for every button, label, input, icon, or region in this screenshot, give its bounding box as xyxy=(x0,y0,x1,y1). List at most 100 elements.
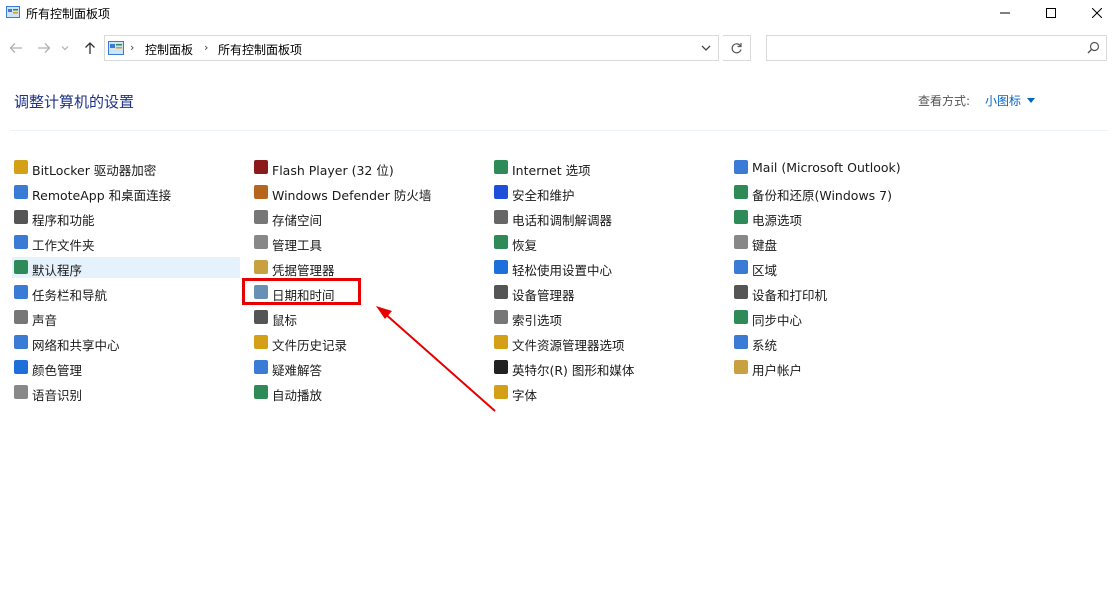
credential-icon xyxy=(254,260,268,274)
control-panel-item-label: 备份和还原(Windows 7) xyxy=(752,188,892,203)
control-panel-item-label: 设备管理器 xyxy=(512,288,575,303)
control-panel-item[interactable]: 设备管理器 xyxy=(492,282,720,303)
control-panel-item[interactable]: 索引选项 xyxy=(492,307,720,328)
control-panel-item[interactable]: 文件资源管理器选项 xyxy=(492,332,720,353)
control-panel-item-label: 文件资源管理器选项 xyxy=(512,338,625,353)
control-panel-item[interactable]: 设备和打印机 xyxy=(732,282,960,303)
control-panel-item[interactable]: 存储空间 xyxy=(252,207,480,228)
control-panel-item-label: RemoteApp 和桌面连接 xyxy=(32,188,172,203)
breadcrumb-separator[interactable]: › xyxy=(130,41,134,54)
control-panel-item[interactable]: 默认程序 xyxy=(12,257,240,278)
control-panel-item[interactable]: 安全和维护 xyxy=(492,182,720,203)
control-panel-item[interactable]: 字体 xyxy=(492,382,720,403)
control-panel-item-label: 程序和功能 xyxy=(32,213,95,228)
control-panel-item[interactable]: Flash Player (32 位) xyxy=(252,157,480,178)
control-panel-item-label: 自动播放 xyxy=(272,388,323,403)
control-panel-item[interactable]: 英特尔(R) 图形和媒体 xyxy=(492,357,720,378)
window-title: 所有控制面板项 xyxy=(26,7,111,21)
chevron-down-icon[interactable] xyxy=(1027,98,1035,103)
up-button[interactable] xyxy=(80,37,100,59)
control-panel-item[interactable]: 恢复 xyxy=(492,232,720,253)
minimize-button[interactable] xyxy=(982,0,1028,26)
chevron-down-icon[interactable] xyxy=(700,40,712,56)
forward-arrow-icon xyxy=(38,43,51,53)
control-panel-item[interactable]: 鼠标 xyxy=(252,307,480,328)
control-panel-item[interactable]: 网络和共享中心 xyxy=(12,332,240,353)
control-panel-item[interactable]: RemoteApp 和桌面连接 xyxy=(12,182,240,203)
control-panel-item[interactable]: 轻松使用设置中心 xyxy=(492,257,720,278)
control-panel-item[interactable]: 颜色管理 xyxy=(12,357,240,378)
control-panel-item[interactable]: 自动播放 xyxy=(252,382,480,403)
network-icon xyxy=(14,335,28,349)
control-panel-item[interactable]: 电源选项 xyxy=(732,207,960,228)
control-panel-item[interactable]: 管理工具 xyxy=(252,232,480,253)
bitlocker-icon xyxy=(14,160,28,174)
close-button[interactable] xyxy=(1074,0,1118,26)
control-panel-item-label: 轻松使用设置中心 xyxy=(512,263,613,278)
control-panel-item-label: Windows Defender 防火墙 xyxy=(272,188,432,203)
control-panel-item[interactable]: 同步中心 xyxy=(732,307,960,328)
default-programs-icon xyxy=(14,260,28,274)
up-arrow-icon xyxy=(85,42,95,54)
mail-icon xyxy=(734,160,748,174)
programs-icon xyxy=(14,210,28,224)
recovery-icon xyxy=(494,235,508,249)
control-panel-item-label: 凭据管理器 xyxy=(272,263,335,278)
control-panel-item[interactable]: BitLocker 驱动器加密 xyxy=(12,157,240,178)
keyboard-icon xyxy=(734,235,748,249)
recent-locations-button[interactable] xyxy=(58,37,72,59)
control-panel-item-label: Internet 选项 xyxy=(512,163,591,178)
breadcrumb-separator[interactable]: › xyxy=(204,41,208,54)
forward-button[interactable] xyxy=(34,37,54,59)
control-panel-item[interactable]: 系统 xyxy=(732,332,960,353)
control-panel-item[interactable]: 电话和调制解调器 xyxy=(492,207,720,228)
maximize-button[interactable] xyxy=(1028,0,1074,26)
control-panel-item[interactable]: 工作文件夹 xyxy=(12,232,240,253)
control-panel-item[interactable]: 备份和还原(Windows 7) xyxy=(732,182,960,203)
control-panel-item-label: 鼠标 xyxy=(272,313,298,328)
control-panel-item[interactable]: Windows Defender 防火墙 xyxy=(252,182,480,203)
control-panel-item[interactable]: 凭据管理器 xyxy=(252,257,480,278)
annotation-highlight-box xyxy=(242,278,361,305)
control-panel-item-label: 索引选项 xyxy=(512,313,563,328)
control-panel-item[interactable]: 文件历史记录 xyxy=(252,332,480,353)
breadcrumb-all-items[interactable]: 所有控制面板项 xyxy=(218,41,302,58)
troubleshoot-icon xyxy=(254,360,268,374)
flag-icon xyxy=(494,185,508,199)
control-panel-item[interactable]: 语音识别 xyxy=(12,382,240,403)
control-panel-item[interactable]: 区域 xyxy=(732,257,960,278)
user-accounts-icon xyxy=(734,360,748,374)
indexing-icon xyxy=(494,310,508,324)
control-panel-item-label: 安全和维护 xyxy=(512,188,575,203)
control-panel-item-label: 存储空间 xyxy=(272,213,323,228)
storage-icon xyxy=(254,210,268,224)
control-panel-item[interactable]: 任务栏和导航 xyxy=(12,282,240,303)
control-panel-item-label: 区域 xyxy=(752,263,778,278)
power-icon xyxy=(734,210,748,224)
refresh-button[interactable] xyxy=(723,35,751,61)
control-panel-item-label: 网络和共享中心 xyxy=(32,338,120,353)
back-button[interactable] xyxy=(6,37,26,59)
search-input[interactable] xyxy=(766,35,1107,61)
control-panel-item[interactable]: 声音 xyxy=(12,307,240,328)
control-panel-item-label: Mail (Microsoft Outlook) xyxy=(752,160,901,175)
control-panel-item-label: 设备和打印机 xyxy=(752,288,828,303)
control-panel-item-label: 默认程序 xyxy=(32,263,83,278)
close-icon xyxy=(1092,8,1102,18)
control-panel-item-label: 字体 xyxy=(512,388,538,403)
autoplay-icon xyxy=(254,385,268,399)
chevron-down-icon xyxy=(61,46,69,51)
control-panel-item[interactable]: 键盘 xyxy=(732,232,960,253)
breadcrumb-control-panel[interactable]: 控制面板 xyxy=(145,41,193,58)
view-by-dropdown[interactable]: 小图标 xyxy=(985,92,1021,109)
control-panel-item[interactable]: Mail (Microsoft Outlook) xyxy=(732,157,960,178)
address-bar[interactable]: › 控制面板 › 所有控制面板项 xyxy=(104,35,719,61)
remoteapp-icon xyxy=(14,185,28,199)
region-icon xyxy=(734,260,748,274)
view-by-label: 查看方式: xyxy=(918,94,971,108)
control-panel-item[interactable]: 程序和功能 xyxy=(12,207,240,228)
control-panel-item[interactable]: 用户帐户 xyxy=(732,357,960,378)
mouse-icon xyxy=(254,310,268,324)
control-panel-item[interactable]: Internet 选项 xyxy=(492,157,720,178)
control-panel-item[interactable]: 疑难解答 xyxy=(252,357,480,378)
